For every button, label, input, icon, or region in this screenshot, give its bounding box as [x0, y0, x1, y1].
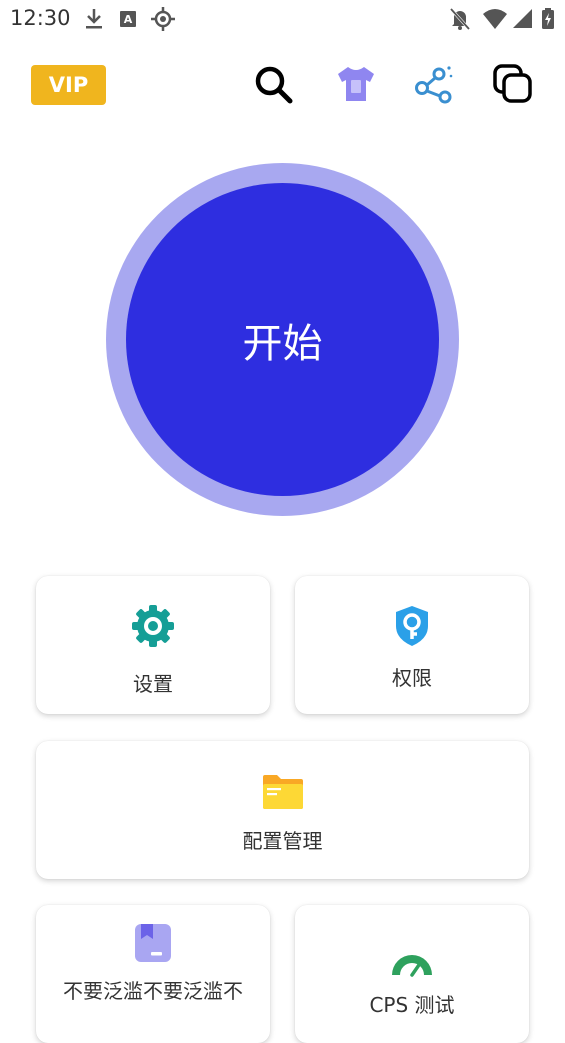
- battery-charging-icon: [540, 6, 556, 36]
- search-button[interactable]: [251, 64, 295, 108]
- permissions-label: 权限: [392, 666, 432, 690]
- config-manager-card[interactable]: 配置管理: [36, 741, 529, 879]
- config-manager-label: 配置管理: [242, 829, 323, 853]
- gear-icon: [131, 604, 175, 648]
- bookmark-card[interactable]: 不要泛滥不要泛滥不: [36, 905, 270, 1043]
- share-button[interactable]: [412, 64, 456, 108]
- notifications-off-icon: [449, 6, 471, 36]
- status-bar: 12:30 A: [0, 0, 565, 38]
- wifi-icon: [482, 6, 508, 36]
- top-toolbar: VIP: [0, 60, 565, 116]
- copy-icon: [491, 62, 535, 110]
- search-icon: [253, 64, 293, 108]
- gps-icon: [150, 6, 176, 36]
- bookmark-card-label: 不要泛滥不要泛滥不: [63, 979, 243, 1003]
- speedometer-icon: [388, 939, 436, 979]
- theme-button[interactable]: [334, 64, 378, 108]
- cps-test-card[interactable]: CPS 测试: [295, 905, 529, 1043]
- copy-button[interactable]: [491, 64, 535, 108]
- font-icon: A: [118, 6, 138, 36]
- bookmark-icon: [133, 923, 173, 963]
- settings-card[interactable]: 设置: [36, 576, 270, 714]
- theme-tshirt-icon: [334, 64, 378, 108]
- key-shield-icon: [392, 604, 432, 648]
- vip-button[interactable]: VIP: [31, 65, 106, 105]
- status-time: 12:30: [10, 6, 71, 30]
- share-icon: [412, 64, 456, 108]
- cellular-signal-icon: [512, 6, 534, 36]
- permissions-card[interactable]: 权限: [295, 576, 529, 714]
- start-button[interactable]: 开始: [126, 183, 439, 496]
- settings-label: 设置: [133, 672, 173, 696]
- folder-icon: [261, 773, 305, 811]
- svg-text:A: A: [124, 13, 133, 26]
- download-icon: [84, 6, 104, 36]
- start-button-label: 开始: [242, 320, 323, 367]
